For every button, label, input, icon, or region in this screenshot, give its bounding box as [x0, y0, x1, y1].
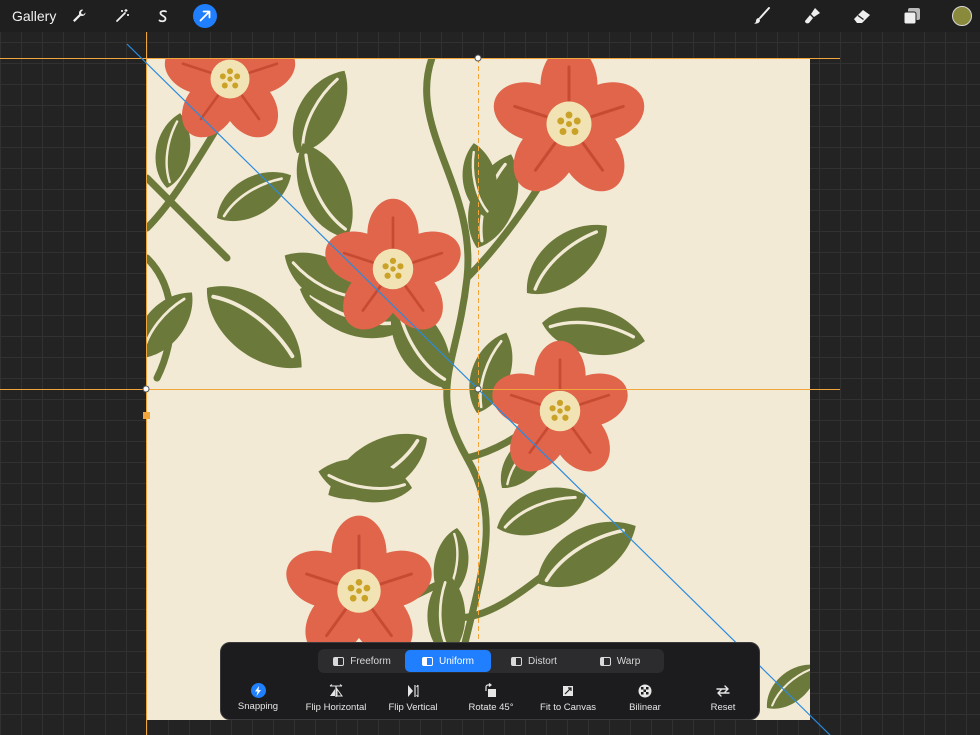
fit-to-canvas-icon — [563, 686, 573, 696]
mode-label: Freeform — [350, 655, 391, 667]
action-label: Snapping — [237, 701, 279, 712]
artwork-canvas[interactable] — [147, 58, 810, 720]
action-label: Reset — [710, 702, 736, 713]
top-bar: Gallery — [0, 0, 980, 32]
flip-vertical-button[interactable]: Flip Vertical — [368, 683, 458, 717]
flip-horizontal-icon — [329, 684, 343, 697]
distort-icon — [511, 656, 523, 666]
snapping-button[interactable]: Snapping — [213, 683, 303, 717]
wrench-icon[interactable] — [67, 4, 91, 28]
action-label: Rotate 45° — [468, 702, 514, 713]
bilinear-button[interactable]: Bilinear — [600, 683, 690, 717]
smudge-icon[interactable] — [801, 5, 823, 27]
freeform-icon — [333, 656, 345, 666]
action-label: Bilinear — [629, 702, 661, 713]
gallery-button[interactable]: Gallery — [12, 8, 56, 24]
uniform-icon — [421, 656, 433, 666]
mode-label: Uniform — [438, 655, 474, 667]
flip-vertical-icon — [408, 684, 419, 698]
action-label: Flip Horizontal — [305, 702, 367, 713]
magic-wand-icon[interactable] — [110, 4, 134, 28]
reset-icon — [716, 685, 730, 697]
brush-icon[interactable] — [751, 5, 773, 27]
mode-distort[interactable]: Distort — [491, 650, 577, 672]
mode-label: Warp — [616, 655, 641, 667]
layers-icon[interactable] — [901, 5, 923, 27]
mode-warp[interactable]: Warp — [577, 650, 663, 672]
mode-label: Distort — [528, 655, 557, 667]
action-label: Flip Vertical — [388, 702, 438, 713]
bilinear-icon — [638, 684, 652, 698]
color-swatch[interactable] — [952, 6, 972, 26]
reset-button[interactable]: Reset — [678, 683, 768, 717]
snapping-icon — [250, 683, 266, 698]
mode-uniform[interactable]: Uniform — [405, 650, 491, 672]
transform-toolbar: Freeform Uniform Distort Warp Snapping F… — [220, 642, 760, 720]
warp-icon — [599, 656, 611, 666]
action-label: Fit to Canvas — [540, 702, 596, 713]
selection-s-icon[interactable] — [151, 4, 175, 28]
transform-mode-selector: Freeform Uniform Distort Warp — [318, 649, 664, 673]
mode-freeform[interactable]: Freeform — [319, 650, 405, 672]
eraser-icon[interactable] — [851, 5, 873, 27]
rotate-icon — [485, 683, 496, 697]
transform-arrow-icon[interactable] — [193, 4, 217, 28]
